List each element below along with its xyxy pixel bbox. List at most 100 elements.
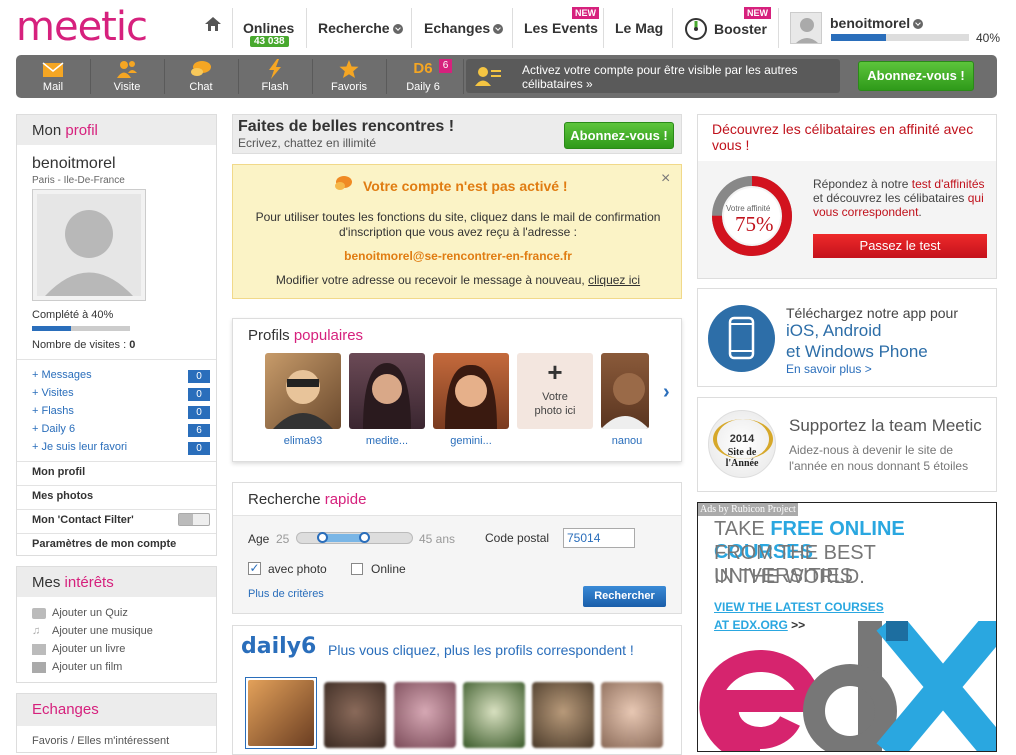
toolbar-visite[interactable]: Visite — [90, 55, 164, 98]
popular-title-b: populaires — [293, 327, 364, 344]
music-icon: ♫ — [32, 625, 41, 637]
link-favori[interactable]: + Je suis leur favori — [32, 441, 127, 453]
interest-film[interactable]: Ajouter un film — [32, 661, 122, 673]
daily6-thumb-2[interactable] — [324, 682, 386, 748]
interest-music[interactable]: ♫ Ajouter une musique — [32, 625, 153, 637]
profile-thumb-nanou[interactable] — [601, 353, 649, 429]
alert-footer: Modifier votre adresse ou recevoir le me… — [233, 273, 683, 287]
nav-events[interactable]: Les Events — [524, 20, 598, 36]
subscribe-button[interactable]: Abonnez-vous ! — [858, 61, 974, 91]
activation-notice-text: Activez votre compte pour être visible p… — [522, 63, 798, 91]
menu-contact-filter[interactable]: Mon 'Contact Filter' — [32, 514, 134, 526]
nav-echanges[interactable]: Echanges — [424, 20, 504, 36]
with-photo-checkbox[interactable]: ✓ — [248, 562, 261, 575]
menu-mon-profil[interactable]: Mon profil — [32, 466, 85, 478]
nav-onlines[interactable]: Onlines — [243, 20, 294, 36]
profile-completion-fill — [32, 326, 72, 331]
age-min-value: 25 — [276, 532, 290, 546]
age-min-handle[interactable] — [317, 532, 328, 543]
search-button[interactable]: Rechercher — [583, 586, 666, 607]
nav-mag[interactable]: Le Mag — [615, 20, 663, 36]
flash-icon — [269, 59, 281, 79]
link-messages[interactable]: + Messages — [32, 369, 92, 381]
affinity-test-link[interactable]: test d'affinités — [912, 177, 985, 191]
visitors-icon — [117, 61, 137, 78]
profile-location: Paris - Ile-De-France — [32, 175, 125, 186]
count-visites: 0 — [188, 388, 210, 401]
quick-search-title-b: rapide — [324, 491, 367, 508]
interest-music-label: Ajouter une musique — [52, 625, 153, 637]
phone-icon — [708, 305, 775, 372]
affinity-panel: Découvrez les célibataires en affinité a… — [697, 114, 997, 279]
profile-progress-fill — [831, 34, 887, 41]
daily6-count-badge: 6 — [439, 59, 452, 73]
ad-cta1[interactable]: VIEW THE LATEST COURSES — [714, 600, 884, 614]
contact-filter-toggle[interactable] — [178, 513, 210, 526]
activation-alert: Votre compte n'est pas activé ! × Pour u… — [232, 164, 682, 299]
onlines-count-badge: 43 038 — [250, 36, 289, 47]
carousel-next-icon[interactable]: › — [663, 381, 670, 404]
profile-thumb-elima93[interactable] — [265, 353, 341, 429]
toolbar-chat[interactable]: Chat — [164, 55, 238, 98]
menu-mes-photos[interactable]: Mes photos — [32, 490, 93, 502]
home-icon[interactable] — [205, 17, 221, 31]
more-criteria-link[interactable]: Plus de critères — [248, 588, 324, 600]
nav-booster[interactable]: Booster — [714, 21, 767, 37]
online-checkbox[interactable] — [351, 563, 363, 575]
profile-photo[interactable] — [32, 189, 146, 301]
toolbar-chat-label: Chat — [189, 81, 213, 93]
take-test-button[interactable]: Passez le test — [813, 234, 987, 258]
interest-quiz[interactable]: Ajouter un Quiz — [32, 607, 128, 619]
profile-name[interactable]: nanou — [601, 435, 653, 447]
interest-book[interactable]: Ajouter un livre — [32, 643, 125, 655]
affinity-text-b: et découvrez les célibataires — [813, 191, 968, 205]
profile-completion-bar — [32, 326, 130, 331]
profile-name[interactable]: medite... — [349, 435, 425, 447]
profile-username[interactable]: benoitmorel — [32, 155, 116, 173]
avatar[interactable] — [790, 12, 822, 44]
add-your-photo[interactable]: + Votre photo ici — [517, 353, 593, 429]
daily6-thumb-3[interactable] — [394, 682, 456, 748]
toolbar-visite-label: Visite — [113, 81, 141, 93]
alert-body: Pour utiliser toutes les fonctions du si… — [255, 210, 661, 239]
alert-resend-link[interactable]: cliquez ici — [588, 273, 640, 287]
toolbar-favoris[interactable]: Favoris — [312, 55, 386, 98]
profile-progress-bar — [831, 34, 969, 41]
link-flashs[interactable]: + Flashs — [32, 405, 74, 417]
alert-close-icon[interactable]: × — [661, 170, 670, 188]
daily6-thumb-1[interactable] — [245, 677, 317, 749]
edx-advertisement[interactable]: Ads by Rubicon Project TAKE FREE ONLINE … — [697, 502, 997, 752]
toolbar-flash[interactable]: Flash — [238, 55, 312, 98]
echanges-favoris-link[interactable]: Favoris / Elles m'intéressent — [32, 735, 169, 747]
age-max-handle[interactable] — [359, 532, 370, 543]
promo-subscribe-button[interactable]: Abonnez-vous ! — [564, 122, 674, 149]
profile-visits-count: 0 — [129, 339, 136, 351]
daily6-thumb-4[interactable] — [463, 682, 525, 748]
menu-parametres[interactable]: Paramètres de mon compte — [32, 538, 176, 550]
postal-code-input[interactable] — [563, 528, 635, 548]
profile-thumb-medite[interactable] — [349, 353, 425, 429]
alert-title: Votre compte n'est pas activé ! — [363, 178, 568, 194]
chevron-down-icon — [493, 24, 504, 35]
profile-name[interactable]: gemini... — [433, 435, 509, 447]
my-profile-panel: Mon profil benoitmorel Paris - Ile-De-Fr… — [16, 114, 217, 556]
award-title: Supportez la team Meetic — [789, 416, 982, 435]
profile-name[interactable]: elima93 — [265, 435, 341, 447]
interests-title-b: intérêts — [64, 574, 114, 591]
link-daily6[interactable]: + Daily 6 — [32, 423, 75, 435]
age-range-slider[interactable] — [296, 532, 413, 544]
user-badge-icon — [475, 67, 501, 86]
activation-notice[interactable]: Activez votre compte pour être visible p… — [466, 59, 840, 93]
header-username[interactable]: benoitmorel — [830, 15, 924, 31]
echanges-panel: Echanges Favoris / Elles m'intéressent — [16, 693, 217, 753]
meetic-logo[interactable]: meetic — [16, 4, 148, 50]
link-visites[interactable]: + Visites — [32, 387, 74, 399]
daily6-thumb-5[interactable] — [532, 682, 594, 748]
toolbar-mail[interactable]: Mail — [16, 55, 90, 98]
nav-recherche[interactable]: Recherche — [318, 20, 403, 36]
count-flashs: 0 — [188, 406, 210, 419]
booster-icon — [684, 17, 708, 46]
profile-thumb-gemini[interactable] — [433, 353, 509, 429]
app-more-link[interactable]: En savoir plus > — [786, 362, 872, 376]
daily6-thumb-6[interactable] — [601, 682, 663, 748]
